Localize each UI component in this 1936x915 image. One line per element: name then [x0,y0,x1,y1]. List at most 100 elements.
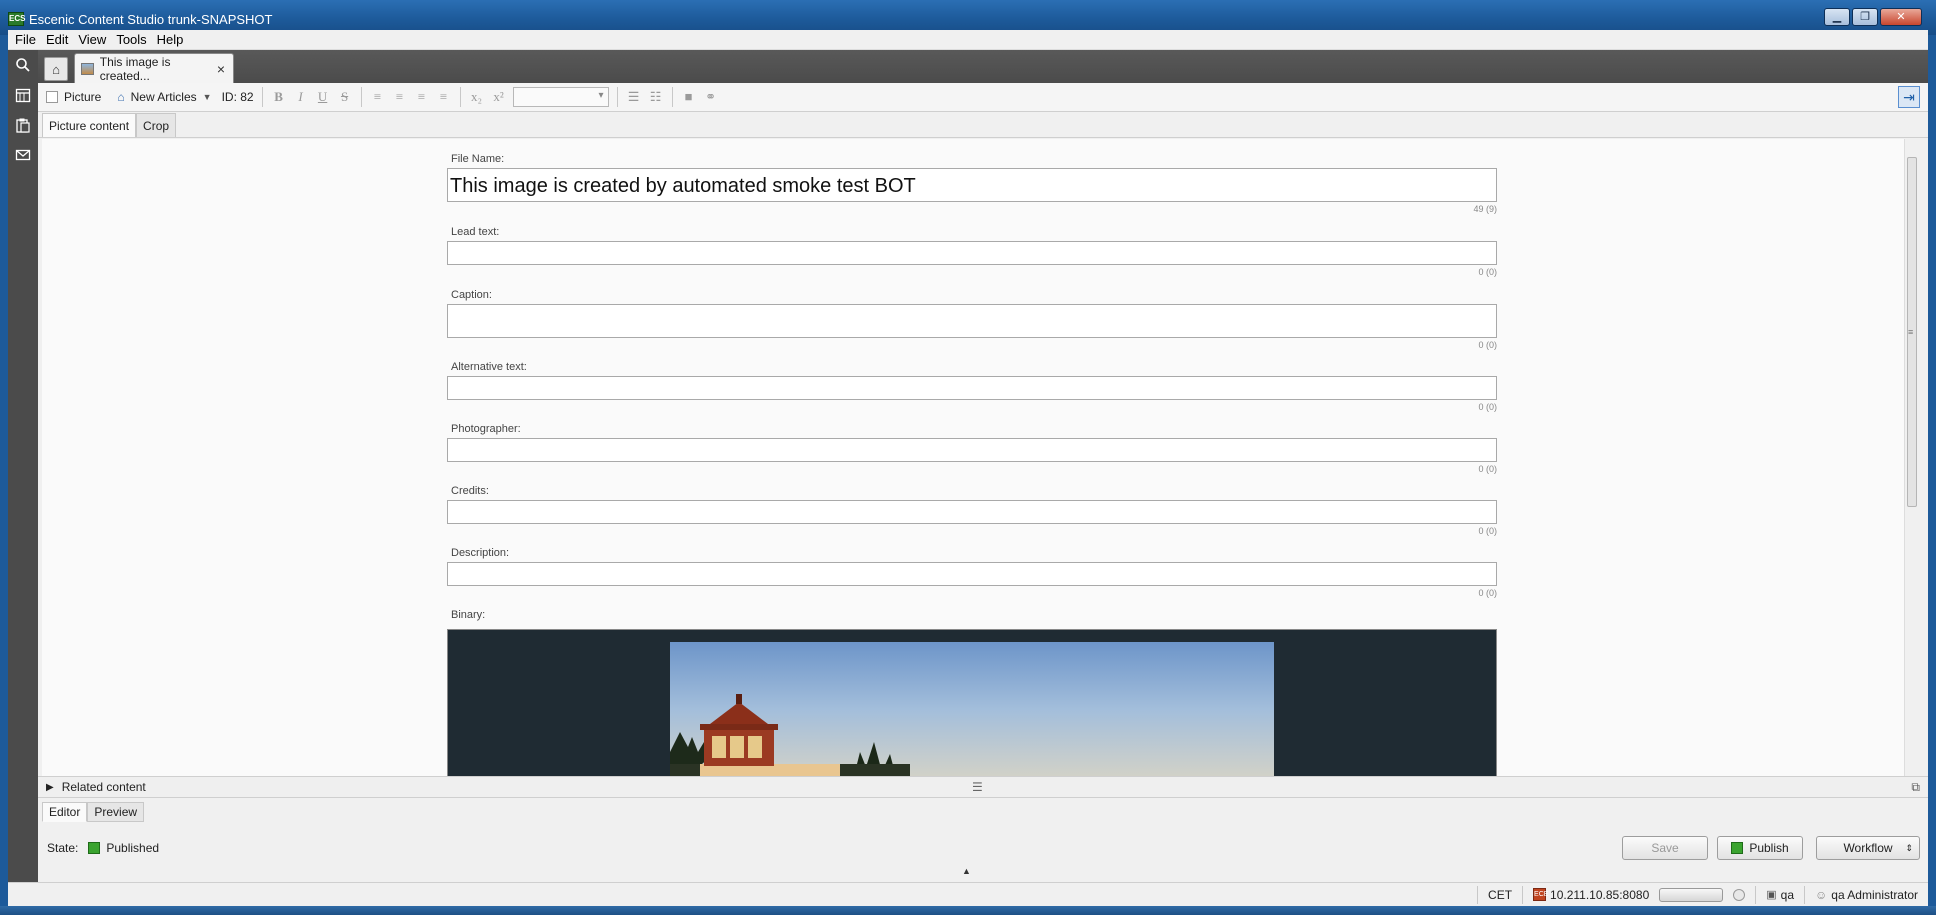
memory-meter [1659,887,1724,902]
description-counter: 0 (0) [1478,588,1497,598]
style-dropdown[interactable] [512,87,609,107]
editor-toolbar: Picture ⌂ New Articles ▼ ID: 82 B I U S … [38,83,1928,112]
filename-label: File Name: [451,153,505,165]
tab-document[interactable]: This image is created... × [74,53,234,83]
user-icon: ☺ [1815,887,1828,902]
restore-button[interactable]: ❐ [1852,8,1878,26]
menu-bar: File Edit View Tools Help [8,30,1928,50]
calendar-icon[interactable] [8,80,38,110]
close-window-button[interactable]: ✕ [1880,8,1922,26]
section-selector[interactable]: New Articles [131,90,197,104]
binary-preview[interactable] [447,629,1497,776]
picture-type-checkbox[interactable] [46,91,58,103]
lead-text-input[interactable] [447,241,1497,265]
toolbar-separator [261,87,263,107]
table-icon[interactable]: ■ [681,89,697,105]
superscript-icon[interactable]: x² [491,89,507,105]
photographer-input[interactable] [447,438,1497,462]
picture-thumbnail-icon [81,62,94,75]
search-icon[interactable] [8,50,38,80]
os-taskbar [0,906,1936,915]
tab-editor[interactable]: Editor [42,802,88,822]
publish-icon [1731,842,1744,854]
app-logo-icon: ECS [8,12,25,26]
window-controls: ▁ ❐ ✕ [1824,8,1922,26]
related-content-bar[interactable]: ▶ Related content ☰ ⧉ [38,776,1928,798]
binary-label: Binary: [451,609,486,621]
workflow-button[interactable]: Workflow ⇕ [1816,836,1920,860]
credits-counter: 0 (0) [1478,526,1497,536]
numbered-list-icon[interactable]: ☷ [648,89,664,105]
status-separator [1477,885,1479,904]
home-section-icon: ⌂ [117,90,125,104]
strikethrough-icon[interactable]: S [337,89,353,105]
home-tab-button[interactable]: ⌂ [44,57,68,81]
mail-icon[interactable] [8,140,38,170]
menu-view[interactable]: View [74,32,110,47]
lead-counter: 0 (0) [1478,267,1497,277]
bullet-list-icon[interactable]: ☰ [626,89,642,105]
menu-help[interactable]: Help [153,32,188,47]
minimize-button[interactable]: ▁ [1824,8,1850,26]
align-right-icon[interactable]: ≡ [414,89,430,105]
caption-counter: 0 (0) [1478,340,1497,350]
filename-field-group: File Name: This image is created by auto… [447,153,1497,214]
close-tab-icon[interactable]: × [217,61,225,77]
content-id-label: ID: 82 [221,90,254,104]
italic-icon[interactable]: I [293,89,309,105]
alt-text-counter: 0 (0) [1478,402,1497,412]
document-tab-strip: ⌂ This image is created... × [38,50,1928,83]
menu-edit[interactable]: Edit [42,32,72,47]
underline-icon[interactable]: U [315,89,331,105]
server-icon: ECE [1533,888,1548,901]
align-left-icon[interactable]: ≡ [370,89,386,105]
window-title: Escenic Content Studio trunk-SNAPSHOT [29,12,273,27]
tab-preview[interactable]: Preview [87,802,145,822]
clipboard-icon[interactable] [8,110,38,140]
collapse-panel-icon[interactable]: ▲ [962,866,971,876]
publication-name: qa [1780,887,1795,902]
align-center-icon[interactable]: ≡ [392,89,408,105]
bold-icon[interactable]: B [271,89,287,105]
tab-crop[interactable]: Crop [136,113,177,137]
window-frame-right [1928,35,1936,906]
splitter-grip-icon[interactable]: ☰ [972,780,983,794]
bottom-status-bar: CET ECE 10.211.10.85:8080 ▣ qa ☺ qa Admi… [8,882,1928,906]
server-address: 10.211.10.85:8080 [1550,887,1650,902]
tab-picture-content[interactable]: Picture content [42,113,137,137]
subscript-icon[interactable]: x₂ [469,89,485,105]
window-frame-left [0,35,8,906]
publish-button[interactable]: Publish [1717,836,1803,860]
filename-counter: 49 (9) [1473,204,1497,214]
home-icon: ⌂ [52,61,60,77]
status-row: State: Published Save Publish Workflow ⇕ [38,826,1928,870]
section-dropdown-icon[interactable]: ▼ [203,92,212,102]
alt-text-label: Alternative text: [451,361,527,373]
status-separator [1804,885,1806,904]
lead-field-group: Lead text: 0 (0) [447,226,1497,277]
save-button[interactable]: Save [1622,836,1708,860]
description-input[interactable] [447,562,1497,586]
align-justify-icon[interactable]: ≡ [436,89,452,105]
status-separator [1755,885,1757,904]
alt-text-input[interactable] [447,376,1497,400]
caption-input[interactable] [447,304,1497,338]
toolbar-separator [671,87,673,107]
user-info: ☺ qa Administrator [1815,888,1918,902]
gc-button[interactable] [1733,888,1746,901]
server-info: ECE 10.211.10.85:8080 [1533,888,1649,902]
exit-editor-icon[interactable]: ⇥ [1898,86,1920,108]
filename-input[interactable]: This image is created by automated smoke… [447,168,1497,202]
photographer-field-group: Photographer: 0 (0) [447,423,1497,474]
editor-content-pane: File Name: This image is created by auto… [42,139,1904,776]
open-external-icon[interactable]: ⧉ [1911,780,1920,795]
menu-tools[interactable]: Tools [112,32,150,47]
photographer-counter: 0 (0) [1478,464,1497,474]
toolbar-separator [616,87,618,107]
link-icon[interactable]: ⚭ [703,89,719,105]
menu-file[interactable]: File [11,32,40,47]
expand-arrow-icon[interactable]: ▶ [46,782,54,793]
workflow-dropdown-icon: ⇕ [1905,842,1913,853]
credits-input[interactable] [447,500,1497,524]
content-scrollbar[interactable]: ≡ [1904,139,1918,776]
